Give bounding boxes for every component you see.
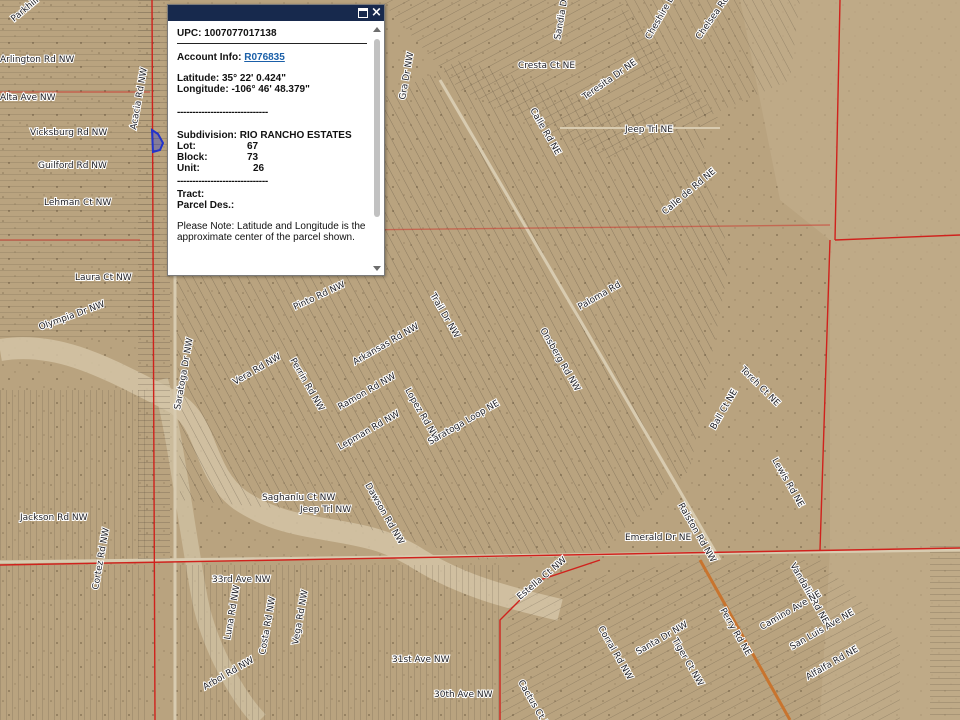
subdivision-line: Subdivision: RIO RANCHO ESTATES [177,130,367,141]
street-label: Jeep Trl NW [299,505,351,515]
latitude-line: Latitude: 35° 22' 0.424" [177,73,367,84]
lots-farsw [0,565,150,720]
street-label: Vicksburg Rd NW [30,128,107,138]
note-text: Please Note: Latitude and Longitude is t… [177,221,366,243]
separator-2: ------------------------------ [177,176,268,187]
block-value: 73 [247,152,259,163]
divider [177,43,367,44]
upc-line: UPC: 1007077017138 [177,28,367,39]
unit-row: Unit: 26 [177,163,367,174]
longitude-line: Longitude: -106° 46' 48.379" [177,84,367,95]
street-label: Emerald Dr NE [625,533,692,543]
lot-row: Lot: 67 [177,141,367,152]
lots-southwest [0,390,150,560]
maximize-button[interactable] [358,8,368,18]
tract-label: Tract: [177,189,205,200]
longitude-label: Longitude: [177,84,229,95]
scroll-down-icon[interactable] [373,266,381,271]
scroll-up-icon[interactable] [373,27,381,32]
account-label: Account Info: [177,52,242,63]
street-label: Alta Ave NW [0,93,56,103]
street-label: 33rd Ave NW [212,575,271,585]
account-link[interactable]: R076835 [244,52,285,63]
popup-scrollbar[interactable] [372,25,382,273]
parcel-label: Parcel Des.: [177,200,235,211]
account-line: Account Info: R076835 [177,52,367,63]
street-label: Saghanlu Ct NW [262,493,335,503]
aerial-parcel-map[interactable]: Parkhill Dr NW Arlington Rd NW Gra Dr NW… [0,0,960,720]
latitude-label: Latitude: [177,73,220,84]
latitude-value: 35° 22' 0.424" [222,73,286,84]
street-label: 31st Ave NW [392,655,450,665]
lots-east-edge [930,545,960,720]
street-label: Jeep Trl NE [624,125,673,135]
popup-titlebar[interactable]: × [168,5,384,21]
unit-value: 26 [253,163,265,174]
close-button[interactable]: × [371,5,382,20]
upc-label: UPC: [177,28,202,39]
block-row: Block: 73 [177,152,367,163]
separator: ------------------------------ [177,107,268,118]
lot-label: Lot: [177,141,196,152]
popup-content: UPC: 1007077017138 Account Info: R076835… [177,28,367,243]
street-label: 30th Ave NW [434,690,493,700]
close-icon: × [371,5,382,20]
longitude-value: -106° 46' 48.379" [231,84,310,95]
lot-value: 67 [247,141,259,152]
upc-value: 1007077017138 [204,28,277,39]
street-label: Jackson Rd NW [19,513,88,523]
street-label: Lehman Ct NW [44,198,111,208]
block-label: Block: [177,152,208,163]
street-label: Arlington Rd NW [0,55,74,65]
street-label: Laura Ct NW [75,273,132,283]
lots-southeast [500,560,900,720]
scroll-thumb[interactable] [374,39,380,217]
unit-label: Unit: [177,163,200,174]
subdivision-value: RIO RANCHO ESTATES [239,130,352,141]
subdivision-label: Subdivision: [177,130,237,141]
parcel-info-popup[interactable]: × UPC: 1007077017138 Account Info: R0768… [167,4,385,276]
street-label: Guilford Rd NW [38,161,107,171]
street-label: Cresta Ct NE [518,61,575,71]
